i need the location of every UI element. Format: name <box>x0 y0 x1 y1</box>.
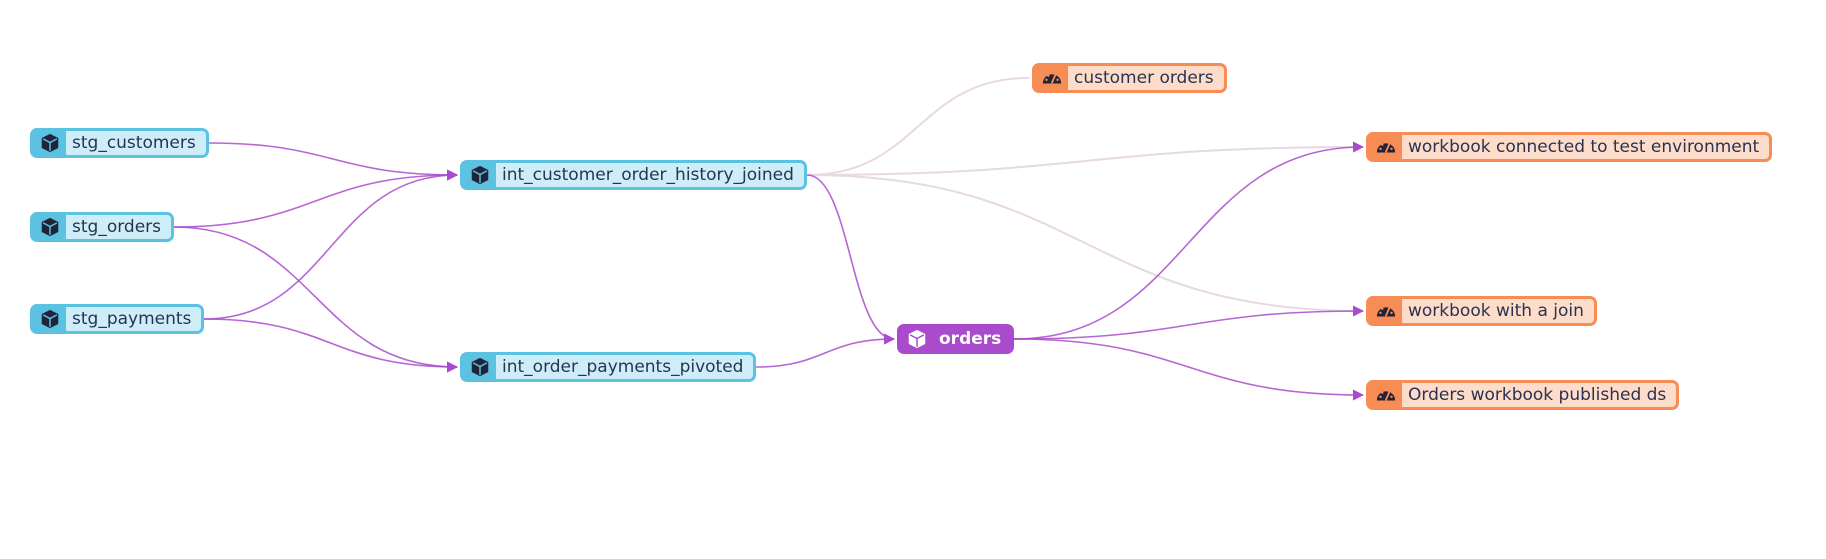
edge-int-order-payments-pivoted-to-orders <box>755 333 896 368</box>
edge-stg-orders-to-int-customer-order-history-joined <box>173 169 459 228</box>
node-workbook-connected-to-test-environment[interactable]: workbook connected to test environment <box>1366 132 1773 162</box>
edge-stg-orders-to-int-order-payments-pivoted <box>173 226 459 373</box>
node-label: int_customer_order_history_joined <box>496 163 804 187</box>
node-label: workbook with a join <box>1402 299 1594 323</box>
cube-icon <box>900 327 933 351</box>
cube-icon <box>463 355 496 379</box>
dashboard-gauge-icon <box>1369 299 1402 323</box>
edge-orders-to-workbook-with-a-join <box>1013 305 1365 340</box>
edge-orders-to-workbook-connected-to-test-environment <box>1013 141 1365 340</box>
cube-icon <box>33 131 66 155</box>
edge-int-customer-order-history-joined-to-workbook-with-a-join <box>806 174 1364 312</box>
dashboard-gauge-icon <box>1035 66 1068 90</box>
node-stg-payments[interactable]: stg_payments <box>30 304 205 334</box>
edge-stg-payments-to-int-order-payments-pivoted <box>203 318 459 373</box>
edge-int-customer-order-history-joined-to-workbook-connected-to-test-environment <box>806 146 1364 176</box>
node-label: stg_payments <box>66 307 202 331</box>
dashboard-gauge-icon <box>1369 135 1402 159</box>
cube-icon <box>33 307 66 331</box>
lineage-edges <box>173 77 1365 401</box>
cube-icon <box>33 215 66 239</box>
node-int-customer-order-history-joined[interactable]: int_customer_order_history_joined <box>460 160 807 190</box>
node-workbook-with-a-join[interactable]: workbook with a join <box>1366 296 1597 326</box>
node-label: customer orders <box>1068 66 1224 90</box>
node-label: int_order_payments_pivoted <box>496 355 754 379</box>
node-label: workbook connected to test environment <box>1402 135 1770 159</box>
edge-int-customer-order-history-joined-to-customer-orders <box>806 77 1030 176</box>
dashboard-gauge-icon <box>1369 383 1402 407</box>
node-label: Orders workbook published ds <box>1402 383 1677 407</box>
cube-icon <box>463 163 496 187</box>
node-stg-orders[interactable]: stg_orders <box>30 212 175 242</box>
node-customer-orders[interactable]: customer orders <box>1032 63 1227 93</box>
node-label: stg_customers <box>66 131 206 155</box>
edge-int-customer-order-history-joined-to-orders <box>806 174 896 345</box>
node-label: stg_orders <box>66 215 172 239</box>
node-int-order-payments-pivoted[interactable]: int_order_payments_pivoted <box>460 352 757 382</box>
node-stg-customers[interactable]: stg_customers <box>30 128 209 158</box>
node-orders-workbook-published-ds[interactable]: Orders workbook published ds <box>1366 380 1680 410</box>
edge-stg-payments-to-int-customer-order-history-joined <box>203 169 459 320</box>
edge-stg-customers-to-int-customer-order-history-joined <box>208 142 459 181</box>
node-label: orders <box>933 327 1012 351</box>
edge-orders-to-orders-workbook-published-ds <box>1013 338 1365 401</box>
node-orders-selected[interactable]: orders <box>897 324 1015 354</box>
